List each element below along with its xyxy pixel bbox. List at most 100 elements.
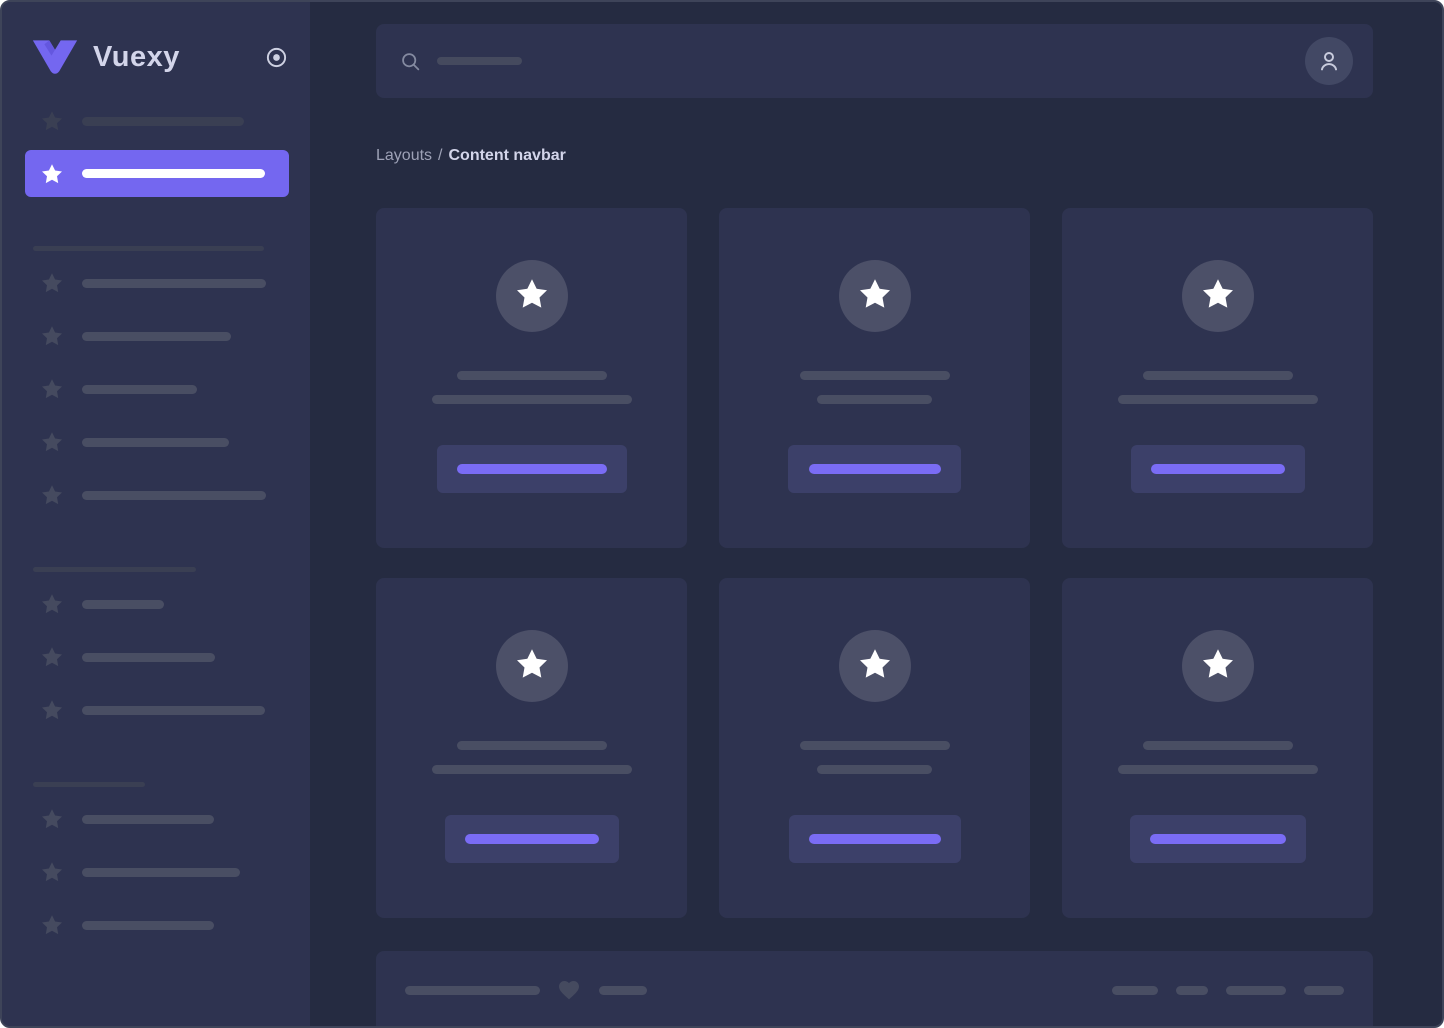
card-subtitle-skeleton bbox=[432, 765, 632, 774]
star-icon bbox=[40, 913, 64, 937]
skeleton-bar bbox=[82, 706, 265, 715]
star-icon bbox=[40, 592, 64, 616]
card-button[interactable] bbox=[1131, 445, 1305, 493]
skeleton-bar bbox=[82, 332, 231, 341]
button-label-skeleton bbox=[1150, 834, 1286, 844]
star-icon bbox=[1200, 276, 1236, 317]
skeleton-bar bbox=[82, 653, 215, 662]
star-icon bbox=[857, 276, 893, 317]
card-grid bbox=[376, 208, 1373, 918]
sidebar-section-heading-skeleton bbox=[33, 782, 145, 787]
breadcrumb-current: Content navbar bbox=[449, 147, 566, 164]
card-subtitle-skeleton bbox=[817, 765, 932, 774]
sidebar-item-skeleton[interactable] bbox=[40, 807, 310, 831]
skeleton-bar bbox=[82, 385, 197, 394]
card-subtitle-skeleton bbox=[1118, 765, 1318, 774]
sidebar-item-skeleton[interactable] bbox=[40, 698, 310, 722]
sidebar-section-heading-skeleton bbox=[33, 246, 264, 251]
sidebar-item-skeleton[interactable] bbox=[40, 109, 310, 133]
sidebar-item-active[interactable] bbox=[25, 150, 289, 197]
star-icon bbox=[40, 860, 64, 884]
card bbox=[719, 578, 1030, 918]
card-subtitle-skeleton bbox=[1118, 395, 1318, 404]
card-title-skeleton bbox=[800, 741, 950, 750]
footer-skeleton-bar bbox=[1176, 986, 1208, 995]
card-avatar bbox=[496, 260, 568, 332]
sidebar-item-skeleton[interactable] bbox=[40, 324, 310, 348]
card-avatar bbox=[839, 630, 911, 702]
breadcrumb-parent[interactable]: Layouts bbox=[376, 147, 432, 164]
star-icon bbox=[40, 271, 64, 295]
sidebar-item-skeleton[interactable] bbox=[40, 483, 310, 507]
star-icon bbox=[40, 645, 64, 669]
card bbox=[376, 208, 687, 548]
button-label-skeleton bbox=[465, 834, 599, 844]
sidebar-item-skeleton[interactable] bbox=[40, 430, 310, 454]
vuexy-logo-icon bbox=[31, 38, 79, 76]
skeleton-bar bbox=[82, 921, 214, 930]
skeleton-bar bbox=[82, 600, 164, 609]
star-icon bbox=[40, 109, 64, 133]
card bbox=[376, 578, 687, 918]
app-title: Vuexy bbox=[93, 41, 180, 74]
app-window: Vuexy bbox=[0, 0, 1444, 1028]
skeleton-bar bbox=[82, 438, 229, 447]
footer-skeleton-bar bbox=[1226, 986, 1286, 995]
button-label-skeleton bbox=[809, 464, 941, 474]
skeleton-bar bbox=[82, 117, 244, 126]
footer bbox=[376, 951, 1373, 1026]
star-icon bbox=[40, 162, 64, 186]
sidebar-item-skeleton[interactable] bbox=[40, 913, 310, 937]
card-avatar bbox=[1182, 630, 1254, 702]
card-title-skeleton bbox=[1143, 371, 1293, 380]
sidebar: Vuexy bbox=[2, 2, 310, 1026]
card-button[interactable] bbox=[789, 815, 961, 863]
footer-skeleton-bar bbox=[599, 986, 647, 995]
star-icon bbox=[40, 430, 64, 454]
user-avatar-button[interactable] bbox=[1305, 37, 1353, 85]
search-placeholder-skeleton bbox=[437, 57, 522, 65]
search-icon bbox=[400, 51, 421, 72]
star-icon bbox=[857, 646, 893, 687]
card bbox=[719, 208, 1030, 548]
star-icon bbox=[514, 646, 550, 687]
card-avatar bbox=[496, 630, 568, 702]
navbar-search[interactable] bbox=[376, 24, 1373, 98]
footer-links bbox=[1112, 986, 1344, 995]
breadcrumb: Layouts / Content navbar bbox=[376, 146, 1373, 165]
card-subtitle-skeleton bbox=[817, 395, 932, 404]
sidebar-section-heading-skeleton bbox=[33, 567, 196, 572]
record-circle-icon[interactable] bbox=[265, 46, 288, 69]
card bbox=[1062, 578, 1373, 918]
card-button[interactable] bbox=[437, 445, 627, 493]
star-icon bbox=[1200, 646, 1236, 687]
card-avatar bbox=[1182, 260, 1254, 332]
skeleton-bar bbox=[82, 491, 266, 500]
sidebar-item-skeleton[interactable] bbox=[40, 592, 310, 616]
star-icon bbox=[514, 276, 550, 317]
sidebar-header: Vuexy bbox=[31, 36, 288, 78]
skeleton-bar bbox=[82, 815, 214, 824]
sidebar-item-skeleton[interactable] bbox=[40, 645, 310, 669]
card-button[interactable] bbox=[445, 815, 619, 863]
card-title-skeleton bbox=[1143, 741, 1293, 750]
star-icon bbox=[40, 483, 64, 507]
star-icon bbox=[40, 324, 64, 348]
sidebar-item-skeleton[interactable] bbox=[40, 860, 310, 884]
sidebar-item-skeleton[interactable] bbox=[40, 271, 310, 295]
card-button[interactable] bbox=[1130, 815, 1306, 863]
footer-skeleton-bar bbox=[405, 986, 540, 995]
footer-skeleton-bar bbox=[1112, 986, 1158, 995]
card bbox=[1062, 208, 1373, 548]
card-avatar bbox=[839, 260, 911, 332]
breadcrumb-separator: / bbox=[438, 147, 442, 164]
sidebar-item-skeleton[interactable] bbox=[40, 377, 310, 401]
card-title-skeleton bbox=[800, 371, 950, 380]
card-subtitle-skeleton bbox=[432, 395, 632, 404]
card-button[interactable] bbox=[788, 445, 961, 493]
footer-skeleton-bar bbox=[1304, 986, 1344, 995]
card-title-skeleton bbox=[457, 741, 607, 750]
skeleton-bar bbox=[82, 279, 266, 288]
card-title-skeleton bbox=[457, 371, 607, 380]
star-icon bbox=[40, 377, 64, 401]
